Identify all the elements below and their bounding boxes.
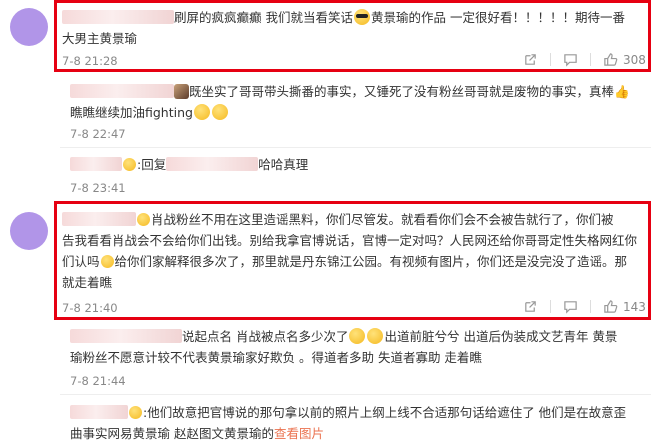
comment-actions: 143 <box>523 299 646 314</box>
emoji-icon <box>349 328 366 344</box>
like-count: 308 <box>623 52 646 67</box>
like-icon[interactable] <box>603 52 618 67</box>
comment-text: 刷屏的疯疯癫癫 我们就当看笑话 黄景瑜的作品 一定很好看！！！！！期待一番 大男主… <box>62 9 625 46</box>
user-avatar-mini <box>174 84 189 99</box>
thumbs-up-emoji-icon: 👍 <box>614 84 630 99</box>
reply-target-blurred[interactable] <box>166 157 259 171</box>
divider <box>60 394 651 395</box>
comment-text: 肖战粉丝不用在这里造谣黑料，你们尽管发。就看看你们会不会被告就行了，你们被 告我… <box>62 212 638 290</box>
divider <box>60 147 651 148</box>
emoji-icon <box>367 328 384 344</box>
comment-icon[interactable] <box>563 299 578 314</box>
comment-actions: 308 <box>523 52 646 67</box>
reply-text: :他们故意把官博说的那句拿以前的照片上纲上线不合适那句话给遮住了 他们是在故意歪… <box>70 405 627 441</box>
like-icon[interactable] <box>603 299 618 314</box>
emoji-icon <box>193 104 210 120</box>
avatar[interactable] <box>10 212 48 250</box>
reply-text: 既坐实了哥哥带头撕番的事实，又锤死了没有粉丝哥哥就是废物的事实，真棒👍 瞧瞧继续… <box>70 84 630 120</box>
avatar[interactable] <box>10 8 48 46</box>
comment-time: 7-8 21:40 <box>62 301 118 315</box>
emoji-icon <box>123 158 136 171</box>
emoji-icon <box>129 406 142 419</box>
like-count: 143 <box>623 299 646 314</box>
emoji-icon <box>100 255 114 268</box>
emoji-icon <box>137 213 150 226</box>
emoji-icon <box>211 104 228 120</box>
username-blurred[interactable] <box>70 329 182 343</box>
username-blurred[interactable] <box>70 157 122 171</box>
username-blurred[interactable] <box>62 212 136 226</box>
reply-time: 7-8 23:41 <box>70 181 126 195</box>
share-icon[interactable] <box>523 52 538 67</box>
share-icon[interactable] <box>523 299 538 314</box>
comment-time: 7-8 21:28 <box>62 54 118 68</box>
reply-text: 说起点名 肖战被点名多少次了 出道前脏兮兮 出道后伪装成文艺青年 黄景 瑜粉丝不愿… <box>70 328 618 365</box>
comment-icon[interactable] <box>563 52 578 67</box>
reply-text: :回复 哈哈真理 <box>70 154 645 175</box>
username-blurred[interactable] <box>70 84 174 98</box>
username-blurred[interactable] <box>62 10 174 24</box>
username-blurred[interactable] <box>70 405 128 419</box>
reply-time: 7-8 21:44 <box>70 374 126 388</box>
cool-emoji-icon <box>353 9 370 25</box>
reply-time: 7-8 22:47 <box>70 127 126 141</box>
